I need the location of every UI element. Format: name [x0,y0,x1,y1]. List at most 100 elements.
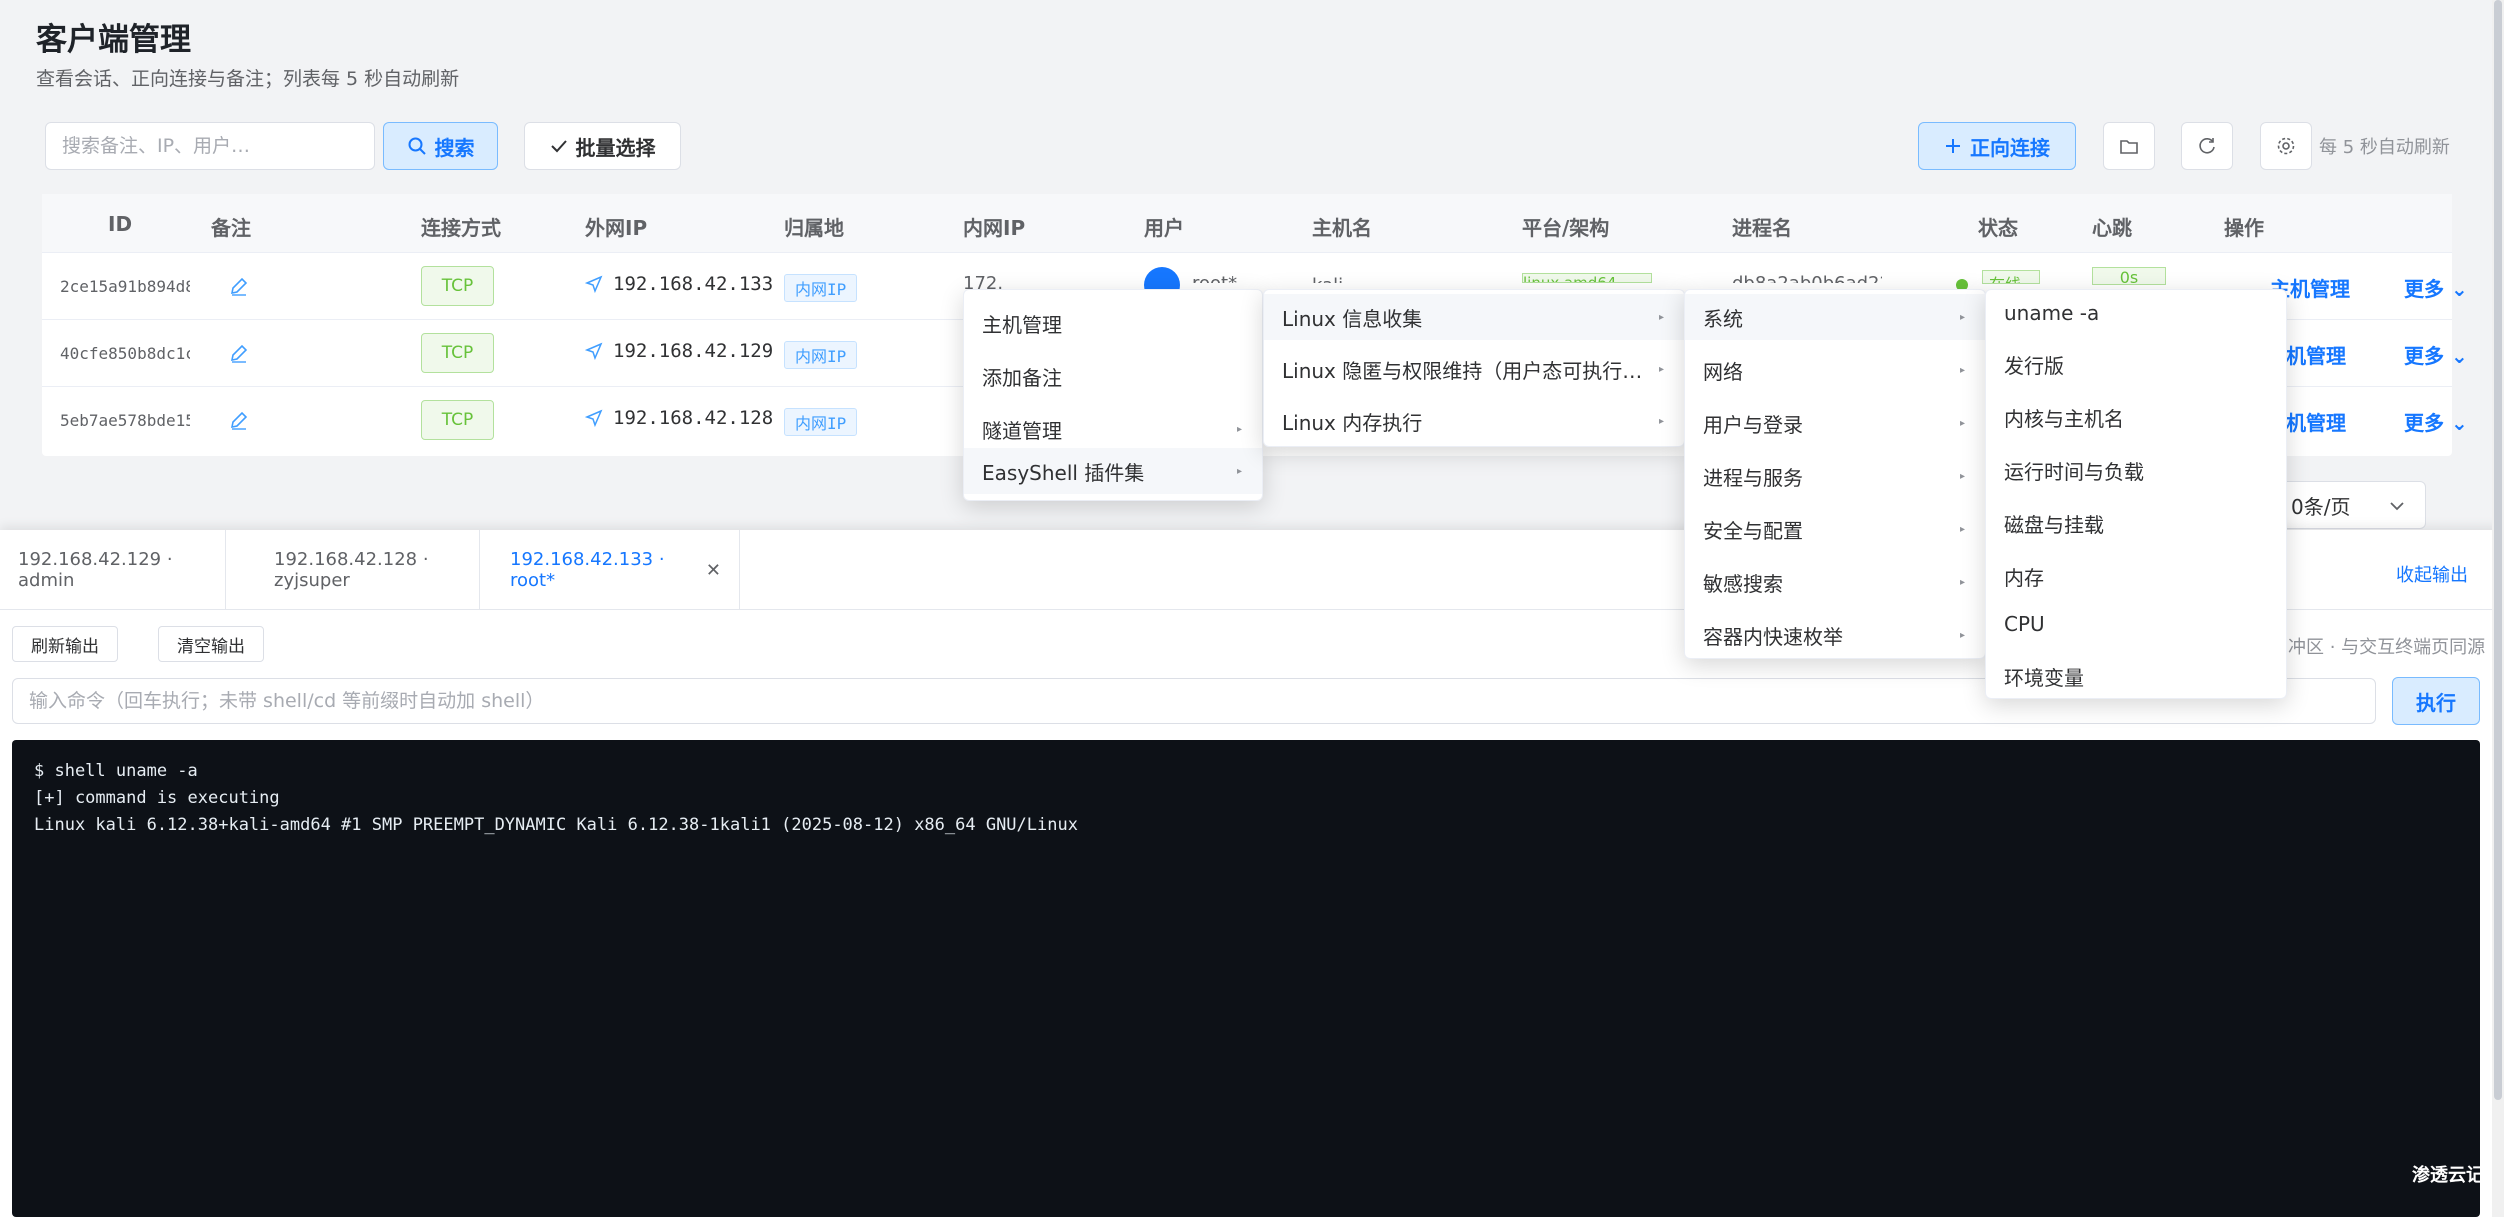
ext-ip: 192.168.42.128 [585,407,810,429]
menu-item-cpu[interactable]: CPU [1986,601,2286,647]
search-input[interactable] [45,122,375,170]
context-menu-level1: 主机管理 添加备注 隧道管理 ▸ EasyShell 插件集 ▸ [963,289,1263,501]
submenu-arrow-icon: ▸ [1658,363,1664,375]
menu-item-label: 内核与主机名 [2004,406,2124,431]
client-id: 5eb7ae578bde15 [60,411,190,430]
refresh-button[interactable] [2181,122,2233,170]
heartbeat-badge: 0s [2092,267,2166,285]
menu-item-process-service[interactable]: 进程与服务 ▸ [1685,453,1985,499]
menu-item-tunnel[interactable]: 隧道管理 ▸ [964,406,1262,452]
col-actions: 操作 [2224,216,2264,240]
watermark: 渗透云记 [2412,1165,2484,1186]
menu-item-sensitive-search[interactable]: 敏感搜索 ▸ [1685,559,1985,605]
ext-ip: 192.168.42.133 [585,273,810,295]
search-button[interactable]: 搜索 [383,122,498,170]
submenu-arrow-icon: ▸ [1959,629,1965,641]
submenu-arrow-icon: ▸ [1959,364,1965,376]
auto-refresh-note: 每 5 秒自动刷新 [2319,137,2450,158]
menu-item-uname[interactable]: uname -a [1986,290,2286,336]
context-menu-level3: 系统 ▸ 网络 ▸ 用户与登录 ▸ 进程与服务 ▸ 安全与配置 ▸ 敏感搜索 ▸ 容器内快速… [1684,289,1986,659]
page-title: 客户端管理 [36,22,191,58]
ext-ip-text: 192.168.42.133 [613,273,774,295]
menu-item-env-vars[interactable]: 环境变量 [1986,653,2286,699]
forward-connect-button[interactable]: 正向连接 [1918,122,2076,170]
search-button-label: 搜索 [434,135,475,160]
submenu-arrow-icon: ▸ [1658,311,1664,323]
col-host: 主机名 [1312,216,1372,240]
more-dropdown[interactable]: 更多 ⌄ [2404,340,2476,369]
location-arrow-icon [585,409,603,427]
col-status: 状态 [1978,216,2018,240]
batch-select-button[interactable]: 批量选择 [524,122,681,170]
submenu-arrow-icon: ▸ [1959,470,1965,482]
menu-item-label: 运行时间与负载 [2004,459,2144,484]
menu-item-label: EasyShell 插件集 [982,460,1145,485]
menu-item-system[interactable]: 系统 ▸ [1685,294,1985,340]
col-platform: 平台/架构 [1522,216,1610,240]
menu-item-add-note[interactable]: 添加备注 [964,353,1262,399]
host-manage-link[interactable]: 机管理 [2286,407,2380,436]
menu-item-linux-persistence[interactable]: Linux 隐匿与权限维持（用户态可执行… ▸ [1264,346,1684,392]
terminal-line: Linux kali 6.12.38+kali-amd64 #1 SMP PRE… [34,815,1078,835]
menu-item-label: Linux 信息收集 [1282,306,1423,331]
chevron-down-icon [2390,502,2404,511]
menu-item-container-enum[interactable]: 容器内快速枚举 ▸ [1685,612,1985,658]
session-tab-129[interactable]: 192.168.42.129 · admin [0,530,226,610]
menu-item-label: CPU [2004,612,2045,636]
menu-item-network[interactable]: 网络 ▸ [1685,347,1985,393]
execute-button[interactable]: 执行 [2392,677,2480,725]
edit-note-icon[interactable] [228,342,250,364]
location-arrow-icon [585,275,603,293]
page-subtitle: 查看会话、正向连接与备注；列表每 5 秒自动刷新 [36,68,460,90]
menu-item-label: 进程与服务 [1703,465,1803,490]
scrollbar-thumb[interactable] [2494,0,2502,1100]
menu-item-label: 主机管理 [982,312,1062,337]
submenu-arrow-icon: ▸ [1236,423,1242,435]
menu-item-linux-info[interactable]: Linux 信息收集 ▸ [1264,294,1684,340]
menu-item-easyshell-plugins[interactable]: EasyShell 插件集 ▸ [964,448,1262,494]
edit-note-icon[interactable] [228,409,250,431]
clear-output-button[interactable]: 清空输出 [158,626,264,662]
menu-item-uptime-load[interactable]: 运行时间与负载 [1986,447,2286,493]
menu-item-kernel-hostname[interactable]: 内核与主机名 [1986,394,2286,440]
menu-item-memory[interactable]: 内存 [1986,553,2286,599]
edit-note-icon[interactable] [228,275,250,297]
settings-button[interactable] [2260,122,2312,170]
menu-item-host-manage[interactable]: 主机管理 [964,300,1262,346]
status-badge: 在线 [1982,270,2040,284]
more-dropdown[interactable]: 更多 ⌄ [2404,407,2476,436]
ext-ip-text: 192.168.42.129 [613,340,774,362]
session-tab-label: 192.168.42.133 · root* [510,549,665,591]
collapse-output-link[interactable]: 收起输出 [2396,561,2468,587]
menu-item-label: Linux 内存执行 [1282,410,1423,435]
conn-tag: TCP [421,333,494,373]
session-tab-133[interactable]: 192.168.42.133 · root* ✕ [480,530,740,610]
menu-item-label: 用户与登录 [1703,412,1803,437]
refresh-output-button[interactable]: 刷新输出 [12,626,118,662]
menu-item-users-login[interactable]: 用户与登录 ▸ [1685,400,1985,446]
menu-item-label: 敏感搜索 [1703,571,1783,596]
conn-tag: TCP [421,266,494,306]
batch-select-label: 批量选择 [575,135,656,160]
client-id: 40cfe850b8dc1c [60,344,190,363]
session-tab-label: 192.168.42.129 · admin [18,549,173,591]
col-process: 进程名 [1732,216,1792,240]
menu-item-linux-memexec[interactable]: Linux 内存执行 ▸ [1264,398,1684,444]
close-icon[interactable]: ✕ [706,560,721,581]
ext-ip: 192.168.42.129 [585,340,810,362]
host-manage-link[interactable]: 机管理 [2286,340,2380,369]
menu-item-disk-mount[interactable]: 磁盘与挂载 [1986,500,2286,546]
menu-item-distro[interactable]: 发行版 [1986,341,2286,387]
submenu-arrow-icon: ▸ [1959,417,1965,429]
menu-item-label: 网络 [1703,359,1743,384]
session-tab-128[interactable]: 192.168.42.128 · zyjsuper [226,530,480,610]
folder-button[interactable] [2103,122,2155,170]
menu-item-label: 容器内快速枚举 [1703,624,1843,649]
context-menu-level2: Linux 信息收集 ▸ Linux 隐匿与权限维持（用户态可执行… ▸ Linux… [1263,289,1685,447]
menu-item-security-config[interactable]: 安全与配置 ▸ [1685,506,1985,552]
location-tag: 内网IP [784,341,858,369]
table-header: ID 备注 连接方式 外网IP 归属地 内网IP 用户 主机名 平台/架构 进程… [42,194,2452,252]
more-dropdown[interactable]: 更多 ⌄ [2404,273,2476,302]
col-ext-ip: 外网IP [585,216,648,240]
plus-icon [1946,139,1960,153]
